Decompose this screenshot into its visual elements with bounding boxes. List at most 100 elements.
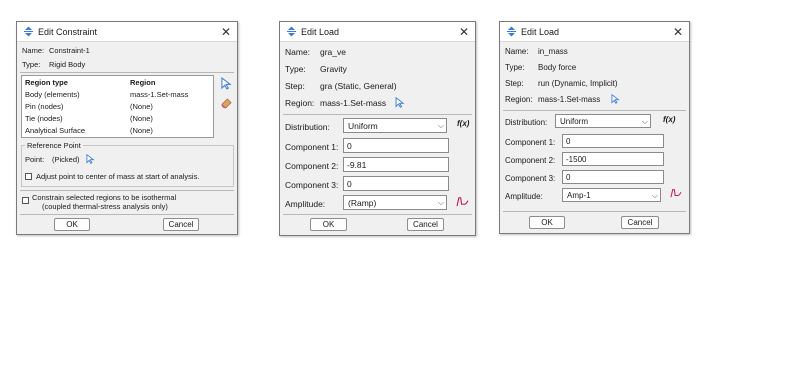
component-2-label: Component 2: [505,156,556,165]
eraser-icon[interactable] [221,98,232,109]
fx-icon[interactable]: f(x) [457,119,469,128]
component-1-label: Component 1: [285,142,339,152]
select-cursor-icon[interactable] [395,97,405,108]
component-2-field[interactable]: -1500 [562,152,664,166]
distribution-value: Uniform [348,121,378,131]
component-1-field[interactable]: 0 [562,134,664,148]
component-1-label: Component 1: [505,138,556,147]
ok-button[interactable]: OK [529,216,565,229]
close-icon[interactable]: ✕ [673,26,683,38]
type-value: Rigid Body [49,60,86,69]
ok-button[interactable]: OK [54,218,90,231]
table-row-region[interactable]: (None) [130,126,153,135]
separator [283,214,472,215]
type-label: Type: [22,60,41,69]
close-icon[interactable]: ✕ [459,26,469,38]
cancel-button[interactable]: Cancel [407,218,444,231]
component-3-value: 0 [566,173,571,182]
distribution-value: Uniform [560,117,589,126]
type-label: Type: [505,63,525,72]
dialog-titlebar: Edit Constraint ✕ [17,22,237,42]
amplitude-curve-icon[interactable] [670,188,682,198]
step-label: Step: [505,79,524,88]
abaqus-app-icon [287,26,296,37]
name-value: gra_ve [320,47,346,57]
ok-button[interactable]: OK [310,218,347,231]
dialog-titlebar: Edit Load ✕ [500,22,689,42]
table-row-type[interactable]: Body (elements) [25,90,80,99]
ok-button-label: OK [66,220,78,229]
ok-button-label: OK [322,220,335,229]
chevron-down-icon: ⌵ [437,121,444,130]
select-cursor-icon[interactable] [86,154,95,164]
isothermal-label-line1: Constrain selected regions to be isother… [32,193,177,202]
cancel-button[interactable]: Cancel [163,218,199,231]
select-cursor-icon[interactable] [221,77,232,90]
fx-icon[interactable]: f(x) [663,115,675,124]
distribution-select[interactable]: Uniform ⌵ [343,118,447,133]
ok-button-label: OK [541,218,553,227]
cancel-button-label: Cancel [413,220,438,229]
select-cursor-icon[interactable] [611,94,620,104]
point-label: Point: [25,155,45,164]
region-value: mass-1.Set-mass [320,98,387,108]
step-value: gra (Static, General) [320,81,397,91]
table-row-region[interactable]: (None) [130,102,153,111]
component-2-field[interactable]: -9.81 [343,157,449,172]
type-label: Type: [285,64,306,74]
edit-load-gravity-dialog: Edit Load ✕ Name: gra_ve Type: Gravity S… [279,21,476,236]
amplitude-select[interactable]: Amp-1 ⌵ [562,188,661,202]
amplitude-select[interactable]: (Ramp) ⌵ [343,195,447,210]
region-value: mass-1.Set-mass [538,95,601,104]
table-row-type[interactable]: Tie (nodes) [25,114,63,123]
region-label: Region: [505,95,533,104]
cancel-button-label: Cancel [168,220,194,229]
table-row-type[interactable]: Analytical Surface [25,126,85,135]
edit-load-body-force-dialog: Edit Load ✕ Name: in_mass Type: Body for… [499,21,690,234]
dialog-titlebar: Edit Load ✕ [280,22,475,42]
abaqus-app-icon [507,26,516,37]
adjust-center-label: Adjust point to center of mass at start … [36,172,200,181]
component-3-field[interactable]: 0 [343,176,449,191]
step-value: run (Dynamic, Implicit) [538,79,618,88]
component-3-label: Component 3: [285,180,339,190]
amplitude-curve-icon[interactable] [456,196,469,207]
distribution-label: Distribution: [505,118,548,127]
amplitude-value: (Ramp) [348,198,377,208]
isothermal-checkbox[interactable] [22,197,29,204]
component-2-value: -1500 [566,155,587,164]
component-1-field[interactable]: 0 [343,138,449,153]
component-3-field[interactable]: 0 [562,170,664,184]
name-value: Constraint-1 [49,46,90,55]
table-row-region[interactable]: mass-1.Set-mass [130,90,188,99]
component-3-label: Component 3: [505,174,556,183]
amplitude-value: Amp-1 [567,191,591,200]
separator [20,190,234,191]
chevron-down-icon: ⌵ [437,198,444,207]
component-2-label: Component 2: [285,161,339,171]
name-label: Name: [505,47,529,56]
amplitude-label: Amplitude: [285,199,326,209]
chevron-down-icon: ⌵ [641,117,648,126]
column-header-region-type: Region type [25,78,68,87]
close-icon[interactable]: ✕ [221,26,231,38]
name-label: Name: [285,47,311,57]
table-row-region[interactable]: (None) [130,114,153,123]
abaqus-app-icon [24,26,33,37]
type-value: Body force [538,63,577,72]
dialog-title: Edit Load [521,26,560,37]
isothermal-label-line2: (coupled thermal-stress analysis only) [42,202,168,211]
adjust-center-checkbox[interactable] [25,173,32,180]
name-label: Name: [22,46,45,55]
component-1-value: 0 [566,137,571,146]
cancel-button[interactable]: Cancel [621,216,659,229]
reference-point-group-label: Reference Point [25,141,83,150]
table-row-type[interactable]: Pin (nodes) [25,102,63,111]
distribution-label: Distribution: [285,122,330,132]
component-3-value: 0 [347,179,352,189]
distribution-select[interactable]: Uniform ⌵ [555,114,651,128]
step-label: Step: [285,81,305,91]
dialog-title: Edit Load [301,26,340,37]
name-value: in_mass [538,47,568,56]
type-value: Gravity [320,64,347,74]
